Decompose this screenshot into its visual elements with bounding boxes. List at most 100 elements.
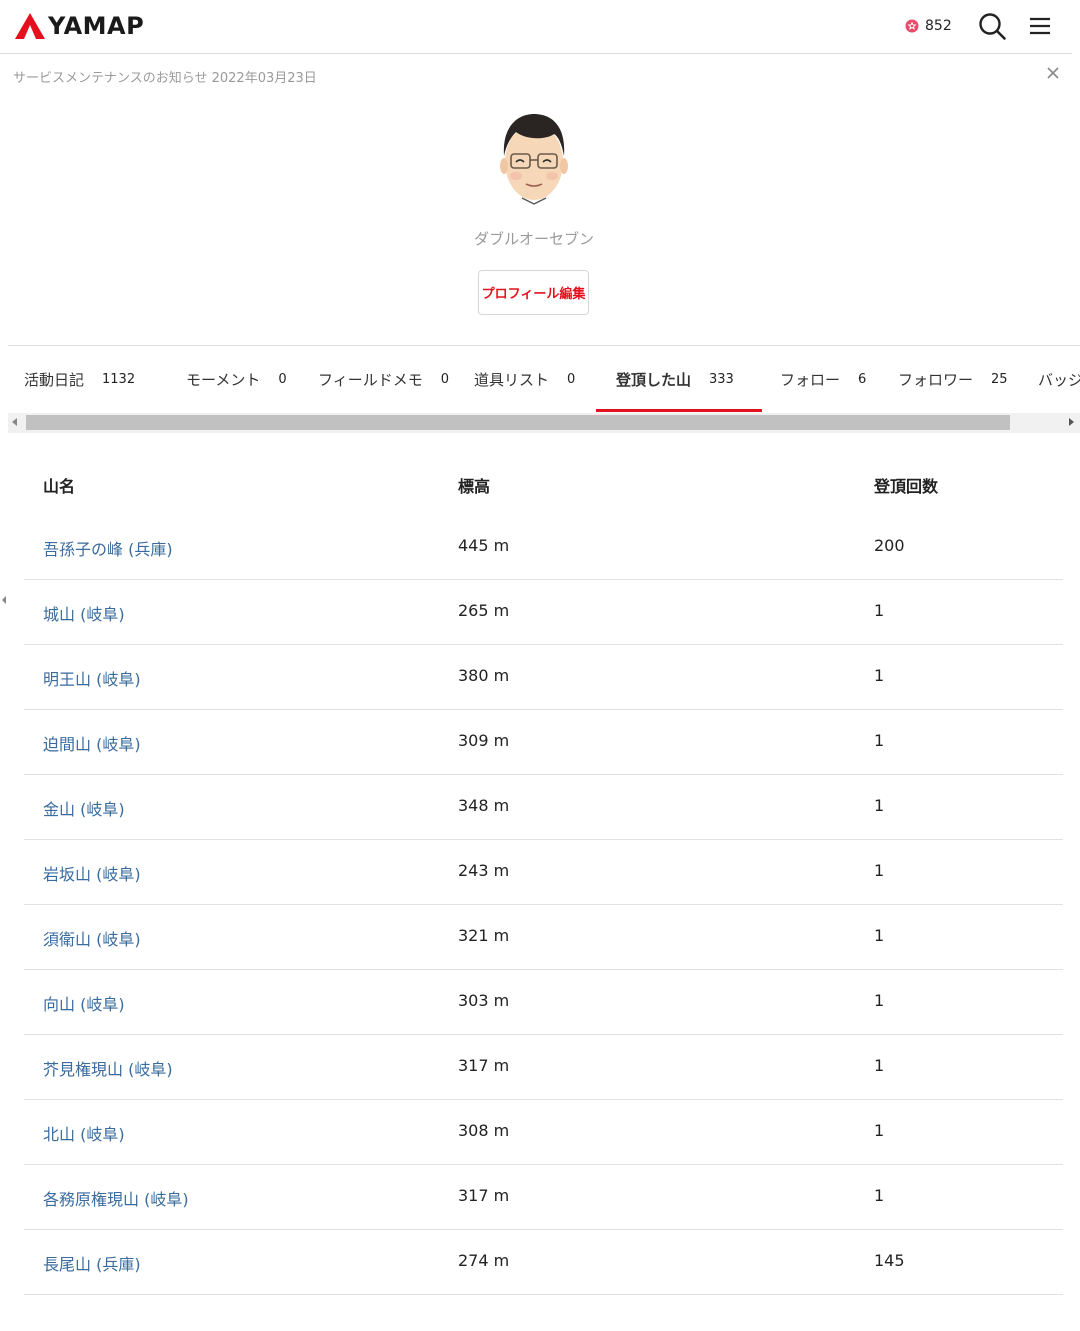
mountain-elevation: 274 m [458, 1251, 510, 1270]
column-header-name[interactable]: 山名 [43, 473, 75, 497]
mountain-name-link[interactable]: 岩坂山 (岐阜) [43, 861, 141, 885]
tab-count: 0 [278, 371, 287, 387]
tab-activity-journal[interactable]: 活動日記 1132 [24, 346, 135, 412]
table-row: 須衛山 (岐阜) 321 m 1 [24, 905, 1063, 970]
mountain-name-link[interactable]: 金山 (岐阜) [43, 796, 125, 820]
mountain-name-link[interactable]: 長尾山 (兵庫) [43, 1251, 141, 1275]
profile-username: ダブルオーセブン [473, 230, 594, 248]
mountain-elevation: 303 m [458, 991, 510, 1010]
mountain-name-link[interactable]: 須衛山 (岐阜) [43, 926, 141, 950]
tab-label: フォロワー [898, 370, 974, 389]
table-row: 長尾山 (兵庫) 274 m 145 [24, 1230, 1063, 1295]
table-row: 吾孫子の峰 (兵庫) 445 m 200 [24, 515, 1063, 580]
avatar [496, 110, 572, 208]
notice-close-button[interactable] [1044, 64, 1062, 82]
menu-button[interactable] [1026, 12, 1054, 40]
tab-moments[interactable]: モーメント 0 [186, 346, 287, 412]
notice-link[interactable]: サービスメンテナンスのお知らせ 2022年03月23日 [13, 67, 317, 86]
tab-label: フィールドメモ [318, 370, 423, 389]
tab-summited-mountains[interactable]: 登頂した山 333 [616, 346, 734, 412]
mountain-elevation: 308 m [458, 1121, 510, 1140]
summited-mountains-table: 山名 標高 登頂回数 吾孫子の峰 (兵庫) 445 m 200 城山 (岐阜) 265 … [24, 451, 1063, 1295]
mountain-name-link[interactable]: 北山 (岐阜) [43, 1121, 125, 1145]
tab-label: モーメント [186, 370, 261, 389]
summit-count: 1 [874, 1186, 885, 1205]
tab-label: 活動日記 [24, 370, 85, 389]
summit-count: 1 [874, 991, 885, 1010]
tab-count: 25 [991, 371, 1008, 387]
mountain-elevation: 243 m [458, 861, 510, 880]
points-display[interactable]: 852 [904, 15, 952, 37]
tab-label: 登頂した山 [616, 370, 692, 389]
tab-badges[interactable]: バッジ [1038, 346, 1080, 412]
table-row: 金山 (岐阜) 348 m 1 [24, 775, 1063, 840]
summit-count: 1 [874, 796, 885, 815]
flower-points-icon [905, 19, 919, 33]
yamap-logo[interactable]: YAMAP [14, 10, 144, 42]
table-row: 迫間山 (岐阜) 309 m 1 [24, 710, 1063, 775]
summit-count: 1 [874, 601, 885, 620]
app-header: YAMAP 852 [0, 0, 1072, 54]
scrollbar-thumb[interactable] [26, 415, 1010, 430]
table-row: 明王山 (岐阜) 380 m 1 [24, 645, 1063, 710]
mountain-elevation: 265 m [458, 601, 510, 620]
summit-count: 145 [874, 1251, 905, 1270]
edit-profile-button[interactable]: プロフィール編集 [478, 270, 589, 315]
mountain-name-link[interactable]: 迫間山 (岐阜) [43, 731, 141, 755]
tab-label: フォロー [780, 370, 841, 389]
search-icon [979, 13, 1006, 40]
side-arrow-icon [2, 596, 6, 604]
table-row: 芥見権現山 (岐阜) 317 m 1 [24, 1035, 1063, 1100]
mountain-elevation: 309 m [458, 731, 510, 750]
tab-count: 0 [440, 371, 449, 387]
table-body: 吾孫子の峰 (兵庫) 445 m 200 城山 (岐阜) 265 m 1 明王山 (岐阜) 3… [24, 515, 1063, 1295]
mountain-name-link[interactable]: 明王山 (岐阜) [43, 666, 141, 690]
summit-count: 1 [874, 926, 885, 945]
close-icon [1047, 67, 1059, 79]
profile-tabs: 活動日記 1132 モーメント 0 フィールドメモ 0 道具リスト 0 登頂した… [8, 345, 1080, 433]
tabs-horizontal-scrollbar[interactable] [8, 413, 1080, 433]
summit-count: 1 [874, 1056, 885, 1075]
column-header-elevation[interactable]: 標高 [458, 473, 490, 497]
hamburger-menu-icon [1030, 17, 1050, 35]
table-row: 各務原権現山 (岐阜) 317 m 1 [24, 1165, 1063, 1230]
notice-bar: サービスメンテナンスのお知らせ 2022年03月23日 [0, 56, 1072, 94]
tab-followers[interactable]: フォロワー 25 [898, 346, 1008, 412]
avatar-illustration-icon [500, 114, 568, 205]
tab-count: 1132 [102, 371, 136, 387]
summit-count: 200 [874, 536, 905, 555]
mountain-elevation: 317 m [458, 1186, 510, 1205]
mountain-elevation: 348 m [458, 796, 510, 815]
scroll-right-arrow-icon[interactable] [1069, 418, 1074, 426]
mountain-elevation: 380 m [458, 666, 510, 685]
mountain-name-link[interactable]: 城山 (岐阜) [43, 601, 125, 625]
tab-count: 0 [567, 371, 576, 387]
summit-count: 1 [874, 1121, 885, 1140]
summit-count: 1 [874, 861, 885, 880]
summit-count: 1 [874, 731, 885, 750]
mountain-logo-icon [15, 13, 45, 39]
tab-count: 333 [709, 371, 734, 387]
mountain-name-link[interactable]: 向山 (岐阜) [43, 991, 125, 1015]
tab-label: 道具リスト [474, 370, 550, 389]
column-header-count[interactable]: 登頂回数 [874, 473, 938, 497]
mountain-name-link[interactable]: 各務原権現山 (岐阜) [43, 1186, 189, 1210]
scroll-left-arrow-icon[interactable] [12, 418, 17, 426]
logo-text: YAMAP [48, 12, 145, 40]
active-tab-indicator [596, 409, 762, 412]
search-button[interactable] [976, 10, 1008, 42]
side-scroll-handle[interactable] [0, 590, 8, 610]
mountain-name-link[interactable]: 芥見権現山 (岐阜) [43, 1056, 173, 1080]
tab-field-memo[interactable]: フィールドメモ 0 [318, 346, 449, 412]
tab-following[interactable]: フォロー 6 [780, 346, 866, 412]
mountain-elevation: 317 m [458, 1056, 510, 1075]
table-row: 岩坂山 (岐阜) 243 m 1 [24, 840, 1063, 905]
mountain-name-link[interactable]: 吾孫子の峰 (兵庫) [43, 536, 173, 560]
table-row: 北山 (岐阜) 308 m 1 [24, 1100, 1063, 1165]
tab-gear-list[interactable]: 道具リスト 0 [474, 346, 575, 412]
table-row: 向山 (岐阜) 303 m 1 [24, 970, 1063, 1035]
tab-count: 6 [858, 371, 867, 387]
summit-count: 1 [874, 666, 885, 685]
tab-label: バッジ [1038, 370, 1080, 389]
table-row: 城山 (岐阜) 265 m 1 [24, 580, 1063, 645]
